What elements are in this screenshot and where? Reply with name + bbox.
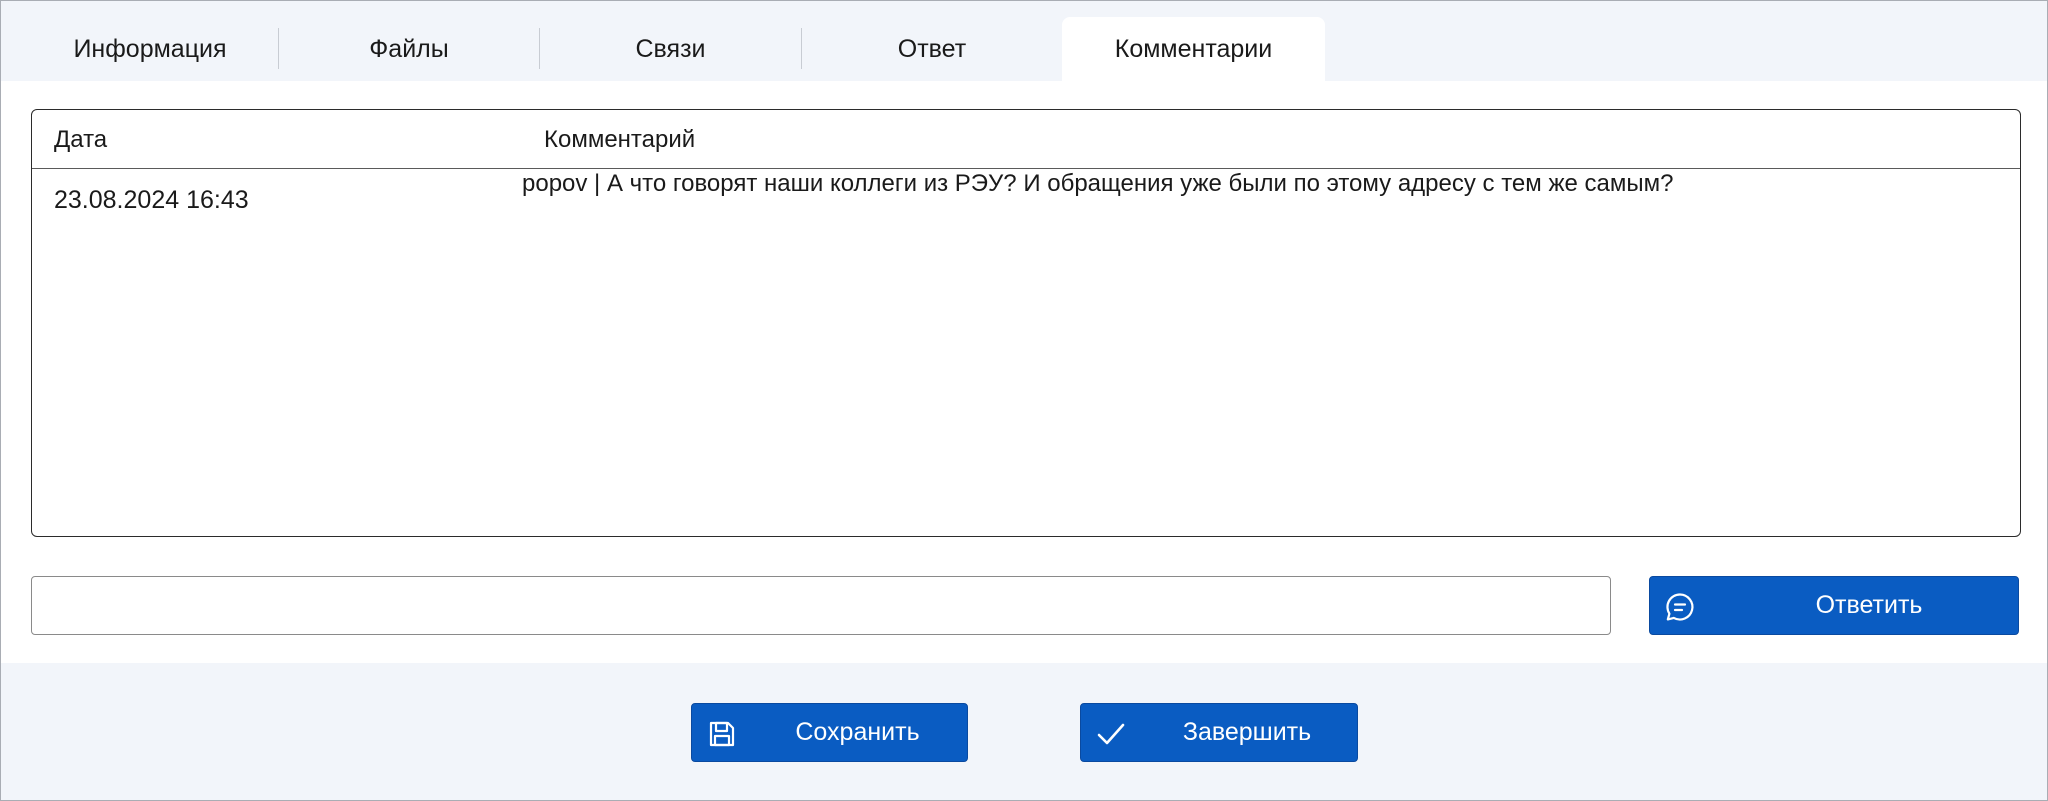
row-date-cell: 23.08.2024 16:43 (54, 186, 249, 214)
tab-comments[interactable]: Комментарии (1062, 17, 1325, 81)
finish-button-label: Завершить (1182, 718, 1312, 746)
chat-bubble-icon (1664, 591, 1696, 623)
row-comment-cell: popov | А что говорят наши коллеги из РЭ… (522, 170, 1674, 197)
checkmark-icon (1095, 718, 1127, 750)
comments-panel: Дата Комментарий 23.08.2024 16:43 popov … (1, 81, 2047, 663)
table-header: Дата Комментарий (32, 110, 2020, 169)
floppy-disk-icon (706, 718, 738, 750)
tab-files[interactable]: Файлы (279, 17, 539, 81)
tab-answer[interactable]: Ответ (802, 17, 1062, 81)
footer-bar: Сохранить Завершить (1, 663, 2047, 800)
comments-window: Информация Файлы Связи Ответ Комментарии… (0, 0, 2048, 801)
save-button-label: Сохранить (795, 718, 920, 746)
column-header-date[interactable]: Дата (54, 126, 107, 154)
tab-bar: Информация Файлы Связи Ответ Комментарии (1, 1, 2047, 81)
reply-button-label: Ответить (1815, 591, 1923, 619)
tab-information[interactable]: Информация (21, 17, 279, 81)
column-header-comment[interactable]: Комментарий (544, 126, 695, 154)
tab-links[interactable]: Связи (540, 17, 801, 81)
comments-table: Дата Комментарий 23.08.2024 16:43 popov … (31, 109, 2021, 537)
reply-button[interactable]: Ответить (1649, 576, 2019, 635)
finish-button[interactable]: Завершить (1080, 703, 1358, 762)
reply-input[interactable] (31, 576, 1611, 635)
save-button[interactable]: Сохранить (691, 703, 968, 762)
